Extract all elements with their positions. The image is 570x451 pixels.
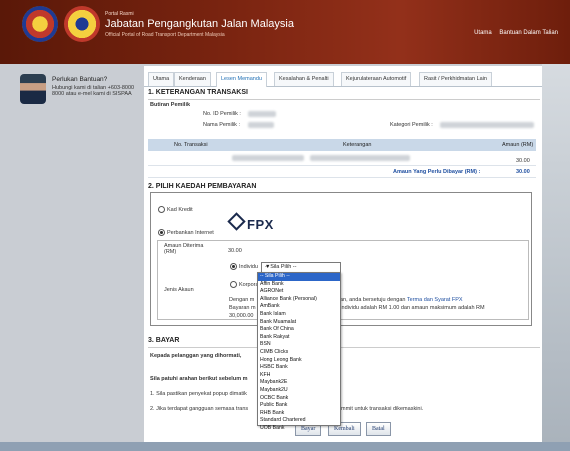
bank-option[interactable]: BSN xyxy=(258,341,340,349)
row-divider xyxy=(148,177,536,178)
bank-option[interactable]: Bank Rakyat xyxy=(258,334,340,342)
bank-option[interactable]: Hong Leong Bank xyxy=(258,357,340,365)
note-line-2a: Bayaran m xyxy=(229,305,256,311)
individu-radio[interactable] xyxy=(230,263,237,270)
option-credit-card[interactable]: Kad Kredit xyxy=(158,206,193,213)
bank-option[interactable]: Maybank2U xyxy=(258,387,340,395)
fpx-terms-link[interactable]: Terma dan Syarat FPX xyxy=(407,297,463,303)
bank-option[interactable]: Public Bank xyxy=(258,402,340,410)
bank-option[interactable]: KFH xyxy=(258,372,340,380)
instruction-step-2: 2. Jika terdapat gangguan semasa trans xyxy=(150,406,249,412)
bank-option[interactable]: Affin Bank xyxy=(258,281,340,289)
help-title: Perlukan Bantuan? xyxy=(52,76,108,83)
transaction-table-header: No. Transaksi Keterangan Amaun (RM) xyxy=(148,139,536,151)
account-type-label: Jenis Akaun xyxy=(164,287,194,293)
section-2-title: 2. PILIH KAEDAH PEMBAYARAN xyxy=(148,183,257,190)
credit-card-label: Kad Kredit xyxy=(167,206,193,213)
bank-option[interactable]: OCBC Bank xyxy=(258,395,340,403)
top-nav: Utama Bantuan Dalam Talian xyxy=(468,30,558,36)
jpj-logo-icon xyxy=(64,6,100,42)
option-internet-banking[interactable]: Perbankan Internet xyxy=(158,229,214,236)
bank-option[interactable]: Bank Islam xyxy=(258,311,340,319)
description-redacted xyxy=(310,155,410,161)
col-transaction-no: No. Transaksi xyxy=(174,142,208,148)
row-divider xyxy=(148,165,536,166)
individu-label: Individu xyxy=(239,263,258,270)
bank-option[interactable]: Maybank2E xyxy=(258,379,340,387)
owner-name-label: Nama Pemilik : xyxy=(203,122,240,128)
note-line-1b: an, anda bersetuju dengan Terma dan Syar… xyxy=(340,297,463,303)
bank-option[interactable]: UOB Bank xyxy=(258,425,340,433)
portal-title: Jabatan Pengangkutan Jalan Malaysia xyxy=(105,18,294,30)
bank-option[interactable]: Standard Chartered xyxy=(258,417,340,425)
korporat-radio[interactable] xyxy=(230,281,237,288)
chevron-down-icon: ▼ xyxy=(265,264,271,270)
greeting: Kepada pelanggan yang dihormati, xyxy=(150,353,242,359)
cancel-button[interactable]: Batal xyxy=(366,422,391,436)
total-label: Amaun Yang Perlu Dibayar (RM) : xyxy=(393,169,481,175)
owner-category-label: Kategori Pemilik : xyxy=(390,122,433,128)
transaction-redacted xyxy=(232,155,304,161)
owner-name-redacted xyxy=(248,122,274,128)
footer-bar xyxy=(0,442,570,451)
tab-kenderaan[interactable]: Kenderaan xyxy=(174,72,211,86)
amount-received-label: Amaun Diterima (RM) xyxy=(164,243,204,255)
note-line-2b: Individu adalah RM 1.00 dan amaun maksim… xyxy=(340,305,485,311)
internet-banking-label: Perbankan Internet xyxy=(167,229,214,236)
owner-id-redacted xyxy=(248,111,276,117)
malaysia-crest-icon xyxy=(22,6,58,42)
portal-label: Portal Rasmi xyxy=(105,11,134,17)
credit-card-radio[interactable] xyxy=(158,206,165,213)
owner-id-label: No. ID Pemilik : xyxy=(203,111,241,117)
col-amount: Amaun (RM) xyxy=(502,142,534,148)
fpx-diamond-icon xyxy=(227,212,246,231)
total-value: 30.00 xyxy=(516,169,530,175)
tab-kesalahan[interactable]: Kesalahan & Penalti xyxy=(274,72,334,86)
bank-option[interactable]: -- Sila Pilih -- xyxy=(258,273,340,281)
row-amount: 30.00 xyxy=(516,158,530,164)
officer-icon xyxy=(20,74,46,104)
account-individu[interactable]: Individu xyxy=(230,263,258,270)
tab-rasit[interactable]: Rasit / Perkhidmatan Lain xyxy=(419,72,492,86)
col-description: Keterangan xyxy=(343,142,372,148)
instruction: Sila patuhi arahan berikut sebelum m xyxy=(150,376,248,382)
owner-details-heading: Butiran Pemilik xyxy=(150,102,191,108)
fpx-logo: FPX xyxy=(227,212,274,232)
bank-option[interactable]: AmBank xyxy=(258,303,340,311)
divider xyxy=(148,99,540,100)
instruction-step-2b: mmit untuk transaksi dikemaskini. xyxy=(341,406,424,412)
bank-option[interactable]: RHB Bank xyxy=(258,410,340,418)
background-right xyxy=(542,64,570,451)
note-line-1a: Dengan m xyxy=(229,297,255,303)
bank-option[interactable]: Bank Of China xyxy=(258,326,340,334)
note-line-3: 30,000.00 xyxy=(229,313,254,319)
bank-option[interactable]: Bank Muamalat xyxy=(258,319,340,327)
bank-option[interactable]: Alliance Bank (Personal) xyxy=(258,296,340,304)
tab-utama[interactable]: Utama xyxy=(148,72,175,86)
section-3-title: 3. BAYAR xyxy=(148,337,180,344)
note-line-1b-text: an, anda bersetuju dengan xyxy=(340,297,406,303)
help-panel: Perlukan Bantuan? Hubungi kami di talian… xyxy=(14,72,142,140)
bank-option[interactable]: CIMB Clicks xyxy=(258,349,340,357)
help-body: Hubungi kami di talian +603-8000 8000 at… xyxy=(52,85,135,97)
internet-banking-radio[interactable] xyxy=(158,229,165,236)
header: Portal Rasmi Jabatan Pengangkutan Jalan … xyxy=(0,0,570,64)
nav-home[interactable]: Utama xyxy=(474,30,492,36)
bank-option[interactable]: HSBC Bank xyxy=(258,364,340,372)
account-korporat[interactable]: Korporat xyxy=(230,281,260,288)
instruction-step-1: 1. Sila pastikan penyekat popup dimatik xyxy=(150,391,247,397)
section-1-title: 1. KETERANGAN TRANSAKSI xyxy=(148,89,248,96)
tab-bar: Utama Kenderaan Lesen Memandu Kesalahan … xyxy=(144,72,542,87)
bank-dropdown-list: -- Sila Pilih -- Affin Bank AGRONet Alli… xyxy=(257,272,341,431)
divider xyxy=(148,347,540,348)
amount-received-value: 30.00 xyxy=(228,248,242,254)
nav-online-help[interactable]: Bantuan Dalam Talian xyxy=(499,30,558,36)
bank-option[interactable]: AGRONet xyxy=(258,288,340,296)
fpx-text: FPX xyxy=(247,217,274,232)
owner-category-redacted xyxy=(440,122,534,128)
tab-kejurulateraan[interactable]: Kejurulateraan Automotif xyxy=(341,72,412,86)
tab-lesen-memandu[interactable]: Lesen Memandu xyxy=(216,72,267,87)
portal-subtitle: Official Portal of Road Transport Depart… xyxy=(105,32,225,38)
